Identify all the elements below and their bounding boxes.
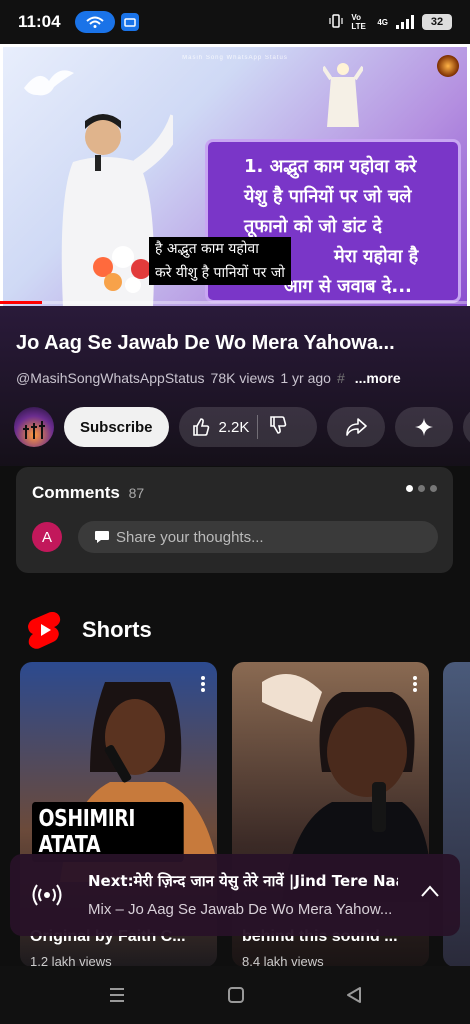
dove-graphic <box>24 70 74 96</box>
like-dislike-pill: 2.2K <box>178 407 317 447</box>
subtitle-line: करे यीशु है पानियों पर जो <box>155 265 285 281</box>
video-player[interactable]: Masih Song WhatsApp Status 1. अद्भुत काम… <box>0 44 470 306</box>
short-caption: OSHIMIRI ATATA <box>32 802 184 862</box>
volte-label: Vo LTE <box>351 13 366 31</box>
speech-bubble-icon <box>95 531 109 543</box>
network-label: 4G <box>377 17 388 27</box>
mini-mix-title: Mix – Jo Aag Se Jawab De Wo Mera Yahow..… <box>88 901 393 918</box>
user-avatar: A <box>32 522 62 552</box>
shorts-logo-icon <box>28 612 61 649</box>
share-arrow-icon <box>345 418 367 436</box>
more-button[interactable]: ...more <box>355 370 401 386</box>
thumbs-up-icon <box>192 418 209 436</box>
subscribe-button[interactable]: Subscribe <box>64 407 169 447</box>
comment-placeholder: Share your thoughts... <box>116 528 264 546</box>
comments-label: Comments <box>32 483 120 502</box>
lyrics-line: येशु है पानियों पर जो चले <box>244 186 412 207</box>
app-notification-icon <box>120 13 139 31</box>
sparkle-icon <box>414 418 433 436</box>
jesus-figure-graphic <box>323 63 363 127</box>
comments-panel[interactable]: Comments 87 A Share your thoughts... <box>16 467 453 573</box>
sparkle-button[interactable] <box>394 407 453 447</box>
share-button[interactable] <box>326 407 385 447</box>
back-icon[interactable] <box>345 986 363 1004</box>
like-divider <box>257 415 259 439</box>
system-nav-bar <box>0 966 470 1024</box>
comments-count: 87 <box>128 485 145 501</box>
channel-handle[interactable]: @MasihSongWhatsAppStatus <box>16 370 205 386</box>
comments-page-dots <box>406 485 437 492</box>
video-progress-fill <box>0 301 43 304</box>
shorts-title: Shorts <box>82 617 152 642</box>
status-bar: 11:04 Vo LTE 4G 32 <box>0 0 470 44</box>
like-count: 2.2K <box>218 418 250 436</box>
card-menu-icon[interactable] <box>201 676 205 692</box>
vibrate-icon <box>329 13 343 31</box>
hotspot-icon <box>74 11 115 33</box>
battery-indicator: 32 <box>422 14 452 30</box>
subtitle-line: है अद्भुत काम यहोवा <box>155 241 259 257</box>
view-count: 78K views <box>210 370 275 386</box>
chevron-up-icon[interactable] <box>420 884 440 898</box>
comments-header: Comments 87 <box>32 483 144 503</box>
video-meta[interactable]: @MasihSongWhatsAppStatus 78K views 1 yr … <box>16 370 407 386</box>
like-button[interactable]: 2.2K <box>191 417 258 437</box>
action-row: Subscribe 2.2K <box>0 406 470 448</box>
video-progress-track[interactable] <box>0 301 470 304</box>
radio-broadcast-icon <box>32 884 62 906</box>
shorts-header: Shorts <box>26 610 152 650</box>
signal-icon <box>396 15 414 29</box>
channel-watermark-logo <box>437 55 459 77</box>
video-overlay-channel: Masih Song WhatsApp Status <box>182 55 288 61</box>
home-icon[interactable] <box>227 986 245 1004</box>
more-actions-button[interactable] <box>462 407 470 447</box>
thumbs-down-icon <box>270 415 287 434</box>
channel-avatar[interactable] <box>14 407 54 447</box>
hashtag: # <box>336 370 345 386</box>
status-time: 11:04 <box>18 12 61 31</box>
upload-age: 1 yr ago <box>280 370 331 386</box>
video-title[interactable]: Jo Aag Se Jawab De Wo Mera Yahowa... <box>16 332 456 355</box>
card-menu-icon[interactable] <box>413 676 417 692</box>
status-icons: Vo LTE 4G 32 <box>329 13 452 31</box>
mini-player[interactable]: Next:मेरी ज़िन्द जान येसु तेरे नावें |Ji… <box>10 854 460 936</box>
video-subtitle: है अद्भुत काम यहोवा करे यीशु है पानियों … <box>149 237 291 285</box>
comment-input[interactable]: Share your thoughts... <box>78 521 438 553</box>
dislike-button[interactable] <box>268 415 288 440</box>
cross-icon <box>23 421 45 439</box>
recents-icon[interactable] <box>107 986 127 1004</box>
lyrics-line: 1. अद्भुत काम यहोवा करे <box>244 156 417 177</box>
mini-next-title: Next:मेरी ज़िन्द जान येसु तेरे नावें |Ji… <box>88 872 398 890</box>
